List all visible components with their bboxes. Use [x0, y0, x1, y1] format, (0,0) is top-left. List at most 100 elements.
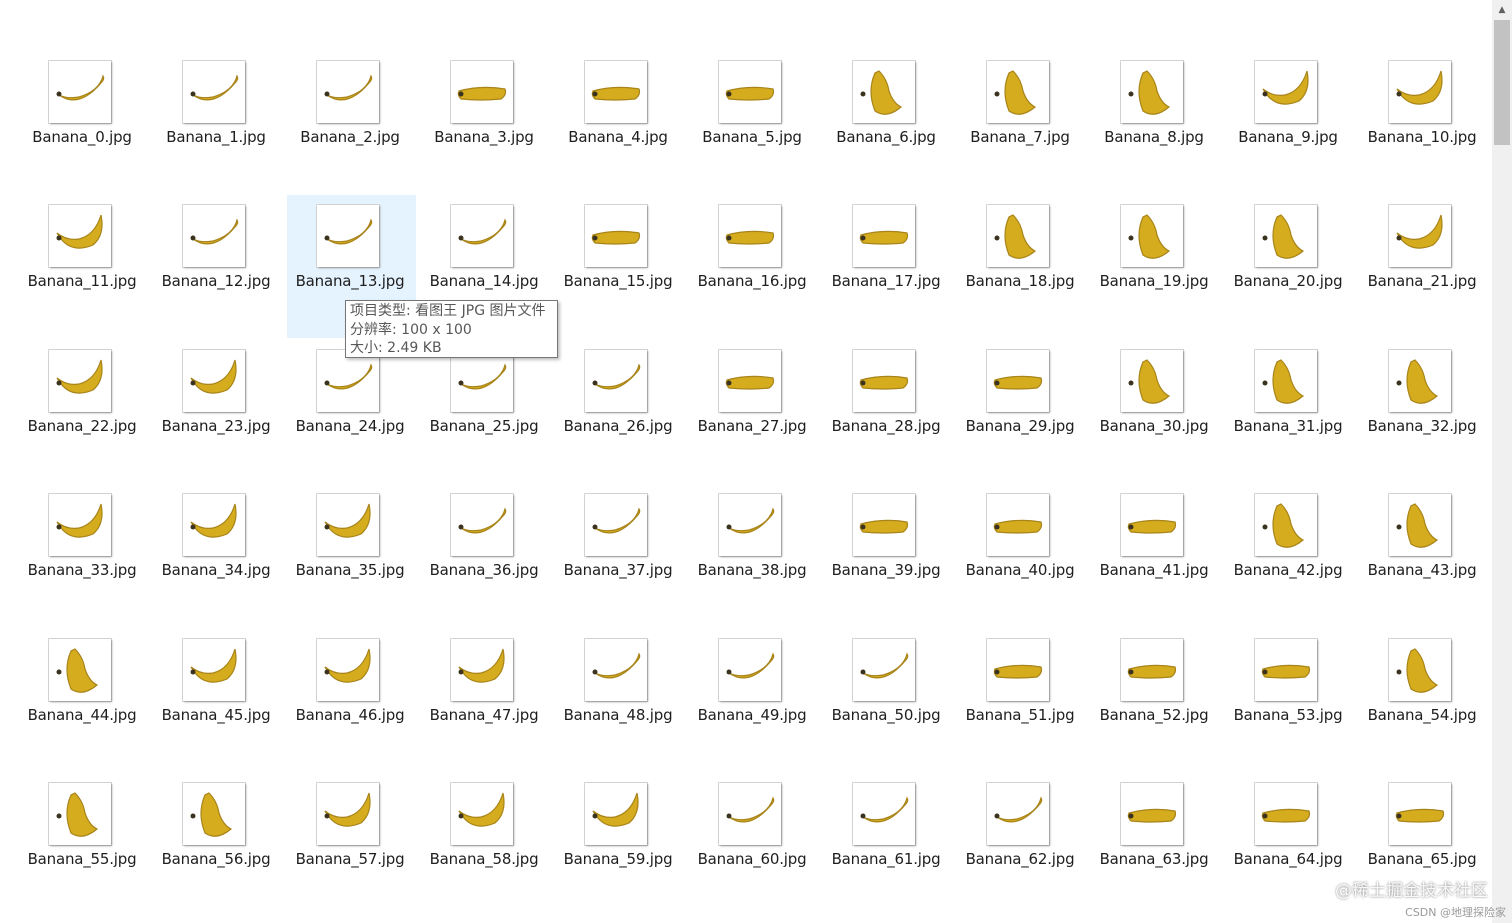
banana-thumbnail-icon[interactable]	[853, 638, 915, 701]
banana-thumbnail-icon[interactable]	[1121, 205, 1183, 268]
file-item[interactable]: Banana_26.jpg	[551, 341, 685, 485]
banana-thumbnail-icon[interactable]	[49, 782, 111, 845]
banana-thumbnail-icon[interactable]	[49, 61, 111, 123]
banana-thumbnail-icon[interactable]	[183, 782, 245, 845]
file-item[interactable]: Banana_33.jpg	[15, 485, 149, 629]
banana-thumbnail-icon[interactable]	[49, 349, 111, 412]
file-item[interactable]: Banana_39.jpg	[819, 485, 953, 629]
banana-thumbnail-icon[interactable]	[1389, 782, 1451, 845]
file-item[interactable]: Banana_40.jpg	[953, 485, 1087, 629]
file-item[interactable]: Banana_38.jpg	[685, 485, 819, 629]
banana-thumbnail-icon[interactable]	[987, 494, 1049, 557]
file-item[interactable]: Banana_49.jpg	[685, 630, 819, 774]
file-item[interactable]: Banana_0.jpg	[15, 52, 149, 196]
file-item[interactable]: Banana_24.jpg	[283, 341, 417, 485]
banana-thumbnail-icon[interactable]	[1389, 494, 1451, 557]
banana-thumbnail-icon[interactable]	[585, 782, 647, 845]
banana-thumbnail-icon[interactable]	[987, 349, 1049, 412]
file-item[interactable]: Banana_4.jpg	[551, 52, 685, 196]
banana-thumbnail-icon[interactable]	[719, 782, 781, 845]
file-item[interactable]: Banana_25.jpg	[417, 341, 551, 485]
banana-thumbnail-icon[interactable]	[585, 61, 647, 123]
file-item[interactable]: Banana_27.jpg	[685, 341, 819, 485]
banana-thumbnail-icon[interactable]	[317, 638, 379, 701]
banana-thumbnail-icon[interactable]	[987, 61, 1049, 123]
file-item[interactable]: Banana_58.jpg	[417, 774, 551, 918]
banana-thumbnail-icon[interactable]	[719, 349, 781, 412]
file-item[interactable]: Banana_60.jpg	[685, 774, 819, 918]
banana-thumbnail-icon[interactable]	[451, 205, 513, 268]
banana-thumbnail-icon[interactable]	[585, 638, 647, 701]
banana-thumbnail-icon[interactable]	[853, 494, 915, 557]
banana-thumbnail-icon[interactable]	[1389, 61, 1451, 123]
banana-thumbnail-icon[interactable]	[1389, 349, 1451, 412]
file-item[interactable]: Banana_50.jpg	[819, 630, 953, 774]
scrollbar-thumb[interactable]	[1494, 20, 1510, 145]
banana-thumbnail-icon[interactable]	[451, 349, 513, 412]
file-item[interactable]: Banana_5.jpg	[685, 52, 819, 196]
banana-thumbnail-icon[interactable]	[1255, 638, 1317, 701]
file-item[interactable]: Banana_53.jpg	[1221, 630, 1355, 774]
banana-thumbnail-icon[interactable]	[1121, 61, 1183, 123]
banana-thumbnail-icon[interactable]	[1121, 349, 1183, 412]
banana-thumbnail-icon[interactable]	[1389, 205, 1451, 268]
banana-thumbnail-icon[interactable]	[183, 205, 245, 268]
file-item[interactable]: Banana_10.jpg	[1355, 52, 1489, 196]
file-item[interactable]: Banana_16.jpg	[685, 196, 819, 340]
banana-thumbnail-icon[interactable]	[451, 782, 513, 845]
file-item[interactable]: Banana_12.jpg	[149, 196, 283, 340]
banana-thumbnail-icon[interactable]	[585, 349, 647, 412]
file-item[interactable]: Banana_37.jpg	[551, 485, 685, 629]
file-item[interactable]: Banana_18.jpg	[953, 196, 1087, 340]
banana-thumbnail-icon[interactable]	[987, 782, 1049, 845]
banana-thumbnail-icon[interactable]	[183, 494, 245, 557]
banana-thumbnail-icon[interactable]	[317, 61, 379, 123]
banana-thumbnail-icon[interactable]	[719, 61, 781, 123]
file-item[interactable]: Banana_55.jpg	[15, 774, 149, 918]
file-item[interactable]: Banana_54.jpg	[1355, 630, 1489, 774]
banana-thumbnail-icon[interactable]	[987, 638, 1049, 701]
file-item[interactable]: Banana_22.jpg	[15, 341, 149, 485]
banana-thumbnail-icon[interactable]	[1255, 205, 1317, 268]
banana-thumbnail-icon[interactable]	[585, 494, 647, 557]
banana-thumbnail-icon[interactable]	[183, 349, 245, 412]
banana-thumbnail-icon[interactable]	[585, 205, 647, 268]
banana-thumbnail-icon[interactable]	[853, 61, 915, 123]
banana-thumbnail-icon[interactable]	[719, 638, 781, 701]
file-item[interactable]: Banana_31.jpg	[1221, 341, 1355, 485]
file-item[interactable]: Banana_43.jpg	[1355, 485, 1489, 629]
banana-thumbnail-icon[interactable]	[1121, 494, 1183, 557]
file-item[interactable]: Banana_32.jpg	[1355, 341, 1489, 485]
banana-thumbnail-icon[interactable]	[49, 638, 111, 701]
banana-thumbnail-icon[interactable]	[317, 349, 379, 412]
file-item[interactable]: Banana_8.jpg	[1087, 52, 1221, 196]
banana-thumbnail-icon[interactable]	[451, 61, 513, 123]
file-item[interactable]: Banana_28.jpg	[819, 341, 953, 485]
file-item[interactable]: Banana_48.jpg	[551, 630, 685, 774]
banana-thumbnail-icon[interactable]	[1255, 349, 1317, 412]
scroll-up-arrow-icon[interactable]: ▲	[1492, 0, 1512, 20]
banana-thumbnail-icon[interactable]	[183, 61, 245, 123]
file-item[interactable]: Banana_47.jpg	[417, 630, 551, 774]
file-item[interactable]: Banana_30.jpg	[1087, 341, 1221, 485]
file-item[interactable]: Banana_7.jpg	[953, 52, 1087, 196]
file-item[interactable]: Banana_63.jpg	[1087, 774, 1221, 918]
file-item[interactable]: Banana_62.jpg	[953, 774, 1087, 918]
file-item[interactable]: Banana_1.jpg	[149, 52, 283, 196]
banana-thumbnail-icon[interactable]	[49, 494, 111, 557]
banana-thumbnail-icon[interactable]	[317, 494, 379, 557]
file-item[interactable]: Banana_56.jpg	[149, 774, 283, 918]
file-item[interactable]: Banana_11.jpg	[15, 196, 149, 340]
file-item[interactable]: Banana_35.jpg	[283, 485, 417, 629]
banana-thumbnail-icon[interactable]	[317, 782, 379, 845]
file-item[interactable]: Banana_19.jpg	[1087, 196, 1221, 340]
file-item[interactable]: Banana_36.jpg	[417, 485, 551, 629]
banana-thumbnail-icon[interactable]	[183, 638, 245, 701]
file-item[interactable]: Banana_59.jpg	[551, 774, 685, 918]
banana-thumbnail-icon[interactable]	[1255, 782, 1317, 845]
file-item[interactable]: Banana_42.jpg	[1221, 485, 1355, 629]
file-item[interactable]: Banana_6.jpg	[819, 52, 953, 196]
file-item[interactable]: Banana_21.jpg	[1355, 196, 1489, 340]
banana-thumbnail-icon[interactable]	[853, 782, 915, 845]
banana-thumbnail-icon[interactable]	[317, 205, 379, 268]
